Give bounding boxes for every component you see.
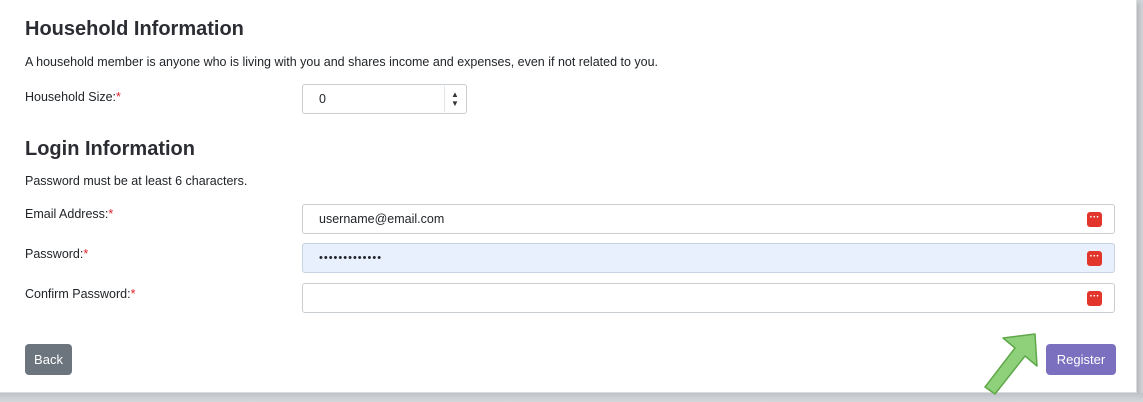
required-asterisk: * [83,247,89,261]
required-asterisk: * [130,287,136,301]
arrow-pointer-icon [984,333,1038,395]
password-input[interactable]: ••••••••••••• ··· [302,243,1115,273]
confirm-password-input[interactable]: ··· [302,283,1115,313]
household-size-label-text: Household Size: [25,90,117,104]
password-manager-icon[interactable]: ··· [1087,291,1102,306]
password-manager-icon[interactable]: ··· [1087,212,1102,227]
back-button[interactable]: Back [25,344,72,375]
required-asterisk: * [116,90,121,104]
register-button[interactable]: Register [1046,344,1116,375]
household-description: A household member is anyone who is livi… [25,55,659,69]
household-size-stepper[interactable]: ▲ ▼ [444,86,465,112]
password-manager-icon[interactable]: ··· [1087,251,1102,266]
password-hint: Password must be at least 6 characters. [25,174,248,188]
required-asterisk: * [108,207,114,221]
confirm-password-label-text: Confirm Password: [25,287,131,301]
password-label-text: Password: [25,247,84,261]
stepper-down-icon[interactable]: ▼ [451,99,459,108]
password-label: Password:* [25,247,88,261]
household-section-title: Household Information [25,18,244,40]
email-label: Email Address:* [25,207,113,221]
household-size-label: Household Size:* [25,90,121,104]
password-value: ••••••••••••• [319,252,383,264]
household-size-input[interactable]: 0 ▲ ▼ [302,84,467,114]
household-size-value: 0 [319,92,326,106]
email-label-text: Email Address: [25,207,109,221]
email-input[interactable]: username@email.com ··· [302,204,1115,234]
email-value: username@email.com [319,212,445,226]
confirm-password-label: Confirm Password:* [25,287,135,301]
login-section-title: Login Information [25,138,195,160]
stepper-up-icon[interactable]: ▲ [451,90,459,99]
